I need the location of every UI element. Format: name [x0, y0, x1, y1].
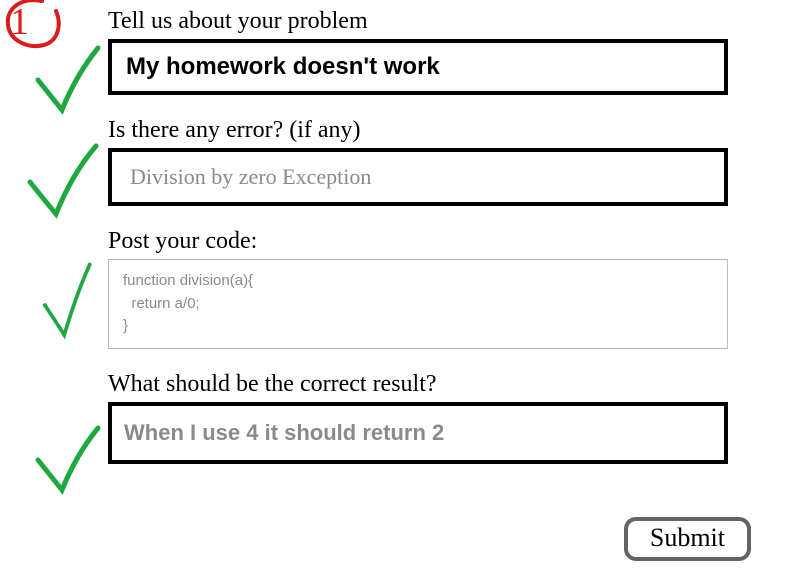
error-label-text: Is there any error?: [108, 117, 283, 143]
checkmark-icon: [26, 40, 116, 130]
expected-input[interactable]: When I use 4 it should return 2: [108, 402, 728, 464]
code-field-group: Post your code: function division(a){ re…: [108, 228, 748, 349]
error-label: Is there any error? (if any): [108, 117, 748, 144]
code-label: Post your code:: [108, 228, 748, 255]
submit-button[interactable]: Submit: [624, 517, 751, 561]
error-input[interactable]: Division by zero Exception: [108, 148, 728, 206]
question-form: Tell us about your problem My homework d…: [108, 8, 748, 474]
problem-input[interactable]: My homework doesn't work: [108, 39, 728, 95]
expected-field-group: What should be the correct result? When …: [108, 371, 748, 464]
error-field-group: Is there any error? (if any) Division by…: [108, 117, 748, 206]
checkmark-icon: [26, 420, 116, 510]
checkmark-icon: [26, 260, 116, 350]
problem-field-group: Tell us about your problem My homework d…: [108, 8, 748, 95]
code-input[interactable]: function division(a){ return a/0; }: [108, 259, 728, 349]
expected-label: What should be the correct result?: [108, 371, 748, 398]
error-label-note: (if any): [289, 117, 360, 143]
problem-label: Tell us about your problem: [108, 8, 748, 35]
question-number: 1: [10, 0, 29, 44]
checkmark-icon: [20, 140, 110, 230]
